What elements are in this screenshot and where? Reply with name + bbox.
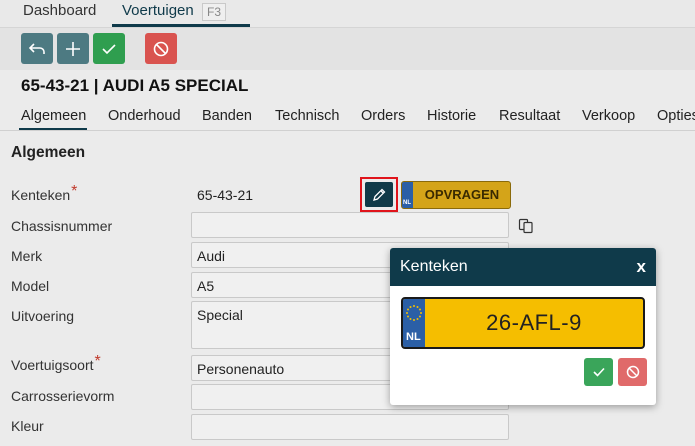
edit-button-face [365, 182, 393, 207]
kenteken-dialog: Kenteken x NL 26-AFL-9 [390, 248, 656, 405]
check-icon [592, 367, 605, 377]
copy-icon[interactable] [518, 218, 534, 234]
back-button[interactable] [21, 33, 53, 64]
active-tab-indicator [112, 24, 250, 27]
add-button[interactable] [57, 33, 89, 64]
chassisnummer-field[interactable] [191, 212, 509, 238]
close-icon[interactable]: x [637, 257, 646, 277]
save-button[interactable] [93, 33, 125, 64]
carrosserievorm-label: Carrosserievorm [11, 388, 115, 404]
tab-verkoop[interactable]: Verkoop [582, 108, 635, 124]
section-tab-bar: Algemeen Onderhoud Banden Technisch Orde… [0, 104, 695, 131]
uitvoering-label: Uitvoering [11, 308, 75, 324]
required-marker: * [71, 183, 78, 200]
cancel-dialog-button[interactable] [618, 358, 647, 386]
eu-stars-icon [406, 305, 422, 321]
section-title: Algemeen [11, 144, 86, 161]
top-tab-bar: Dashboard Voertuigen F3 [0, 0, 695, 28]
kenteken-label: Kenteken* [11, 183, 78, 203]
tab-voertuigen[interactable]: Voertuigen [122, 2, 194, 19]
cancel-button[interactable] [145, 33, 177, 64]
tab-opties[interactable]: Opties [657, 108, 695, 124]
opvragen-button[interactable]: NL OPVRAGEN [401, 181, 511, 209]
tab-dashboard[interactable]: Dashboard [23, 2, 96, 19]
dialog-title: Kenteken [400, 258, 468, 275]
opvragen-label: OPVRAGEN [424, 187, 500, 202]
block-icon [153, 41, 169, 56]
required-marker: * [94, 353, 101, 370]
tab-banden[interactable]: Banden [202, 108, 252, 124]
model-label: Model [11, 278, 50, 294]
undo-arrow-icon [28, 42, 45, 54]
shortcut-badge: F3 [202, 3, 227, 21]
plate-value: 26-AFL-9 [486, 310, 582, 335]
nl-flag-icon: NL [402, 182, 413, 208]
divider [0, 130, 695, 131]
tab-technisch[interactable]: Technisch [275, 108, 339, 124]
merk-label: Merk [11, 248, 43, 264]
page-title: 65-43-21 | AUDI A5 SPECIAL [21, 76, 249, 95]
kleur-label: Kleur [11, 418, 44, 434]
kleur-field[interactable] [191, 414, 509, 440]
tab-algemeen[interactable]: Algemeen [21, 108, 86, 124]
tab-historie[interactable]: Historie [427, 108, 476, 124]
tab-resultaat[interactable]: Resultaat [499, 108, 560, 124]
tab-orders[interactable]: Orders [361, 108, 405, 124]
tab-onderhoud[interactable]: Onderhoud [108, 108, 181, 124]
block-icon [626, 365, 639, 379]
country-code: NL [406, 331, 421, 343]
confirm-button[interactable] [584, 358, 613, 386]
toolbar [0, 28, 695, 70]
voertuigsoort-label: Voertuigsoort* [11, 353, 101, 373]
chassisnummer-label: Chassisnummer [11, 218, 113, 234]
dialog-header: Kenteken x [390, 248, 656, 286]
eu-flag-icon: NL [403, 299, 425, 347]
edit-kenteken-button[interactable] [360, 177, 398, 212]
license-plate-input[interactable]: NL 26-AFL-9 [401, 297, 645, 349]
kenteken-field[interactable]: 65-43-21 [191, 181, 351, 207]
check-icon [102, 43, 116, 54]
plus-icon [66, 41, 80, 56]
pencil-icon [373, 188, 386, 201]
